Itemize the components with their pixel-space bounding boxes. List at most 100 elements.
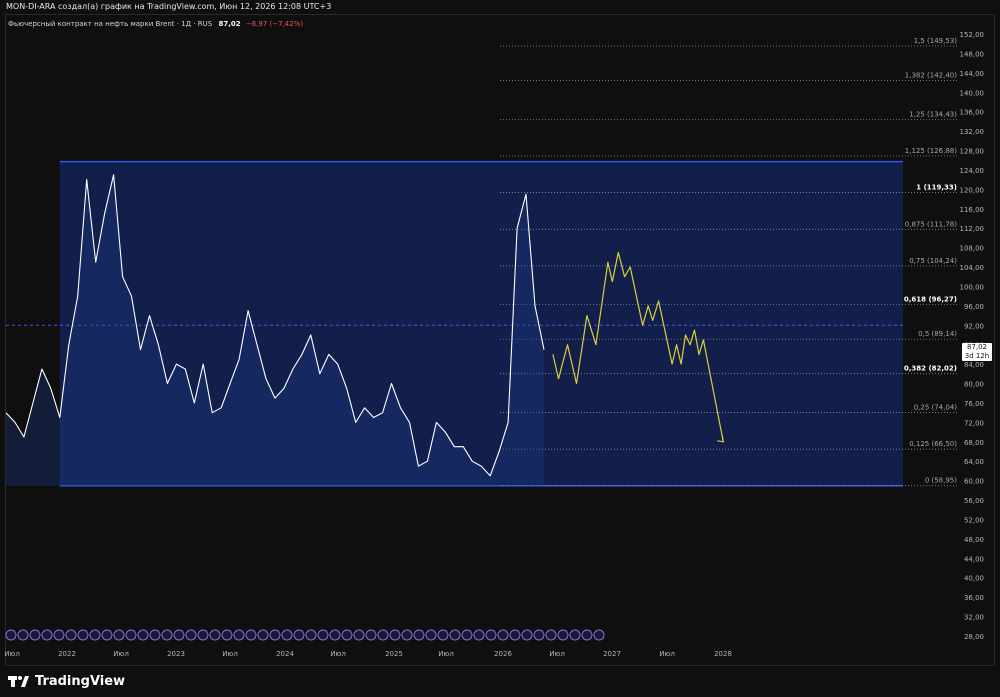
event-marker-37[interactable] bbox=[449, 629, 461, 641]
x-axis-tick-label-3: 2023 bbox=[167, 650, 185, 658]
fib-level-label-7: 0,618 (96,27) bbox=[904, 296, 957, 304]
event-marker-16[interactable] bbox=[197, 629, 209, 641]
event-marker-38[interactable] bbox=[461, 629, 473, 641]
event-marker-5[interactable] bbox=[65, 629, 77, 641]
y-axis-tick-label-9: 116,00 bbox=[960, 206, 985, 214]
fib-level-label-2: 1,25 (134,43) bbox=[909, 110, 957, 118]
last-price-value: 87,02 bbox=[966, 343, 988, 351]
event-marker-42[interactable] bbox=[509, 629, 521, 641]
event-marker-7[interactable] bbox=[89, 629, 101, 641]
tradingview-logo-icon bbox=[8, 676, 29, 687]
tradingview-logo[interactable]: TradingView bbox=[8, 672, 125, 690]
event-marker-17[interactable] bbox=[209, 629, 221, 641]
event-marker-19[interactable] bbox=[233, 629, 245, 641]
event-marker-31[interactable] bbox=[377, 629, 389, 641]
y-axis-tick-label-15: 92,00 bbox=[964, 322, 984, 330]
y-axis-tick-label-11: 108,00 bbox=[960, 245, 985, 253]
legend-price: 87,02 bbox=[218, 20, 241, 28]
event-marker-40[interactable] bbox=[485, 629, 497, 641]
x-axis-tick-label-9: 2026 bbox=[494, 650, 512, 658]
event-marker-3[interactable] bbox=[41, 629, 53, 641]
event-marker-36[interactable] bbox=[437, 629, 449, 641]
y-axis-tick-label-13: 100,00 bbox=[960, 283, 985, 291]
event-marker-46[interactable] bbox=[557, 629, 569, 641]
last-price-badge: 87,02 3d 12h bbox=[962, 343, 992, 361]
y-axis-tick-label-31: 28,00 bbox=[964, 633, 984, 641]
y-axis-tick-label-10: 112,00 bbox=[960, 225, 985, 233]
event-marker-27[interactable] bbox=[329, 629, 341, 641]
event-marker-28[interactable] bbox=[341, 629, 353, 641]
symbol-legend[interactable]: Фьючерсный контракт на нефть марки Brent… bbox=[8, 20, 303, 28]
x-axis-tick-label-7: 2025 bbox=[385, 650, 403, 658]
event-marker-39[interactable] bbox=[473, 629, 485, 641]
event-marker-12[interactable] bbox=[149, 629, 161, 641]
event-marker-44[interactable] bbox=[533, 629, 545, 641]
event-marker-14[interactable] bbox=[173, 629, 185, 641]
event-marker-48[interactable] bbox=[581, 629, 593, 641]
event-marker-20[interactable] bbox=[245, 629, 257, 641]
event-marker-22[interactable] bbox=[269, 629, 281, 641]
event-marker-35[interactable] bbox=[425, 629, 437, 641]
y-axis-tick-label-26: 48,00 bbox=[964, 536, 984, 544]
event-marker-30[interactable] bbox=[365, 629, 377, 641]
legend-change: −6,97 (−7,42%) bbox=[245, 20, 304, 28]
event-marker-23[interactable] bbox=[281, 629, 293, 641]
footer bbox=[0, 666, 1000, 697]
event-marker-6[interactable] bbox=[77, 629, 89, 641]
y-axis-tick-label-21: 68,00 bbox=[964, 439, 984, 447]
y-axis-tick-label-22: 64,00 bbox=[964, 458, 984, 466]
event-marker-8[interactable] bbox=[101, 629, 113, 641]
event-marker-10[interactable] bbox=[125, 629, 137, 641]
event-marker-45[interactable] bbox=[545, 629, 557, 641]
fib-level-label-6: 0,75 (104,24) bbox=[909, 257, 957, 265]
event-marker-32[interactable] bbox=[389, 629, 401, 641]
event-marker-15[interactable] bbox=[185, 629, 197, 641]
x-axis-tick-label-0: Июл bbox=[4, 650, 20, 658]
event-marker-11[interactable] bbox=[137, 629, 149, 641]
y-axis-tick-label-27: 44,00 bbox=[964, 555, 984, 563]
y-axis-tick-label-14: 96,00 bbox=[964, 303, 984, 311]
event-marker-47[interactable] bbox=[569, 629, 581, 641]
event-marker-41[interactable] bbox=[497, 629, 509, 641]
y-axis-tick-label-8: 120,00 bbox=[960, 186, 985, 194]
event-marker-34[interactable] bbox=[413, 629, 425, 641]
y-axis-tick-label-28: 40,00 bbox=[964, 575, 984, 583]
fib-level-label-4: 1 (119,33) bbox=[916, 184, 957, 192]
tradingview-wordmark: TradingView bbox=[35, 673, 126, 689]
chart-canvas[interactable]: 1,5 (149,53)1,382 (142,40)1,25 (134,43)1… bbox=[0, 0, 1000, 697]
y-axis-tick-label-18: 80,00 bbox=[964, 381, 984, 389]
symbol-name: Фьючерсный контракт на нефть марки Brent… bbox=[8, 20, 213, 28]
event-marker-24[interactable] bbox=[293, 629, 305, 641]
event-marker-9[interactable] bbox=[113, 629, 125, 641]
x-axis-tick-label-13: 2028 bbox=[714, 650, 732, 658]
y-axis-tick-label-17: 84,00 bbox=[964, 361, 984, 369]
y-axis-tick-label-6: 128,00 bbox=[960, 148, 985, 156]
x-axis-tick-label-5: 2024 bbox=[276, 650, 294, 658]
x-axis-tick-label-2: Июл bbox=[113, 650, 129, 658]
y-axis-tick-label-19: 76,00 bbox=[964, 400, 984, 408]
event-marker-26[interactable] bbox=[317, 629, 329, 641]
fib-level-label-8: 0,5 (89,14) bbox=[918, 330, 957, 338]
event-marker-2[interactable] bbox=[29, 629, 41, 641]
event-marker-33[interactable] bbox=[401, 629, 413, 641]
event-marker-25[interactable] bbox=[305, 629, 317, 641]
event-marker-18[interactable] bbox=[221, 629, 233, 641]
x-axis-tick-label-1: 2022 bbox=[58, 650, 76, 658]
fib-level-label-5: 0,875 (111,78) bbox=[905, 220, 957, 228]
event-marker-21[interactable] bbox=[257, 629, 269, 641]
event-marker-13[interactable] bbox=[161, 629, 173, 641]
event-marker-43[interactable] bbox=[521, 629, 533, 641]
y-axis-tick-label-5: 132,00 bbox=[960, 128, 985, 136]
y-axis-tick-label-20: 72,00 bbox=[964, 419, 984, 427]
event-marker-4[interactable] bbox=[53, 629, 65, 641]
event-marker-29[interactable] bbox=[353, 629, 365, 641]
event-marker-1[interactable] bbox=[17, 629, 29, 641]
fib-level-label-10: 0,25 (74,04) bbox=[914, 403, 958, 411]
y-axis-tick-label-7: 124,00 bbox=[960, 167, 985, 175]
x-axis-tick-label-10: Июл bbox=[549, 650, 565, 658]
y-axis-tick-label-1: 148,00 bbox=[960, 50, 985, 58]
event-marker-0[interactable] bbox=[5, 629, 17, 641]
y-axis-tick-label-4: 136,00 bbox=[960, 109, 985, 117]
event-marker-49[interactable] bbox=[593, 629, 605, 641]
bar-countdown: 3d 12h bbox=[964, 352, 990, 360]
